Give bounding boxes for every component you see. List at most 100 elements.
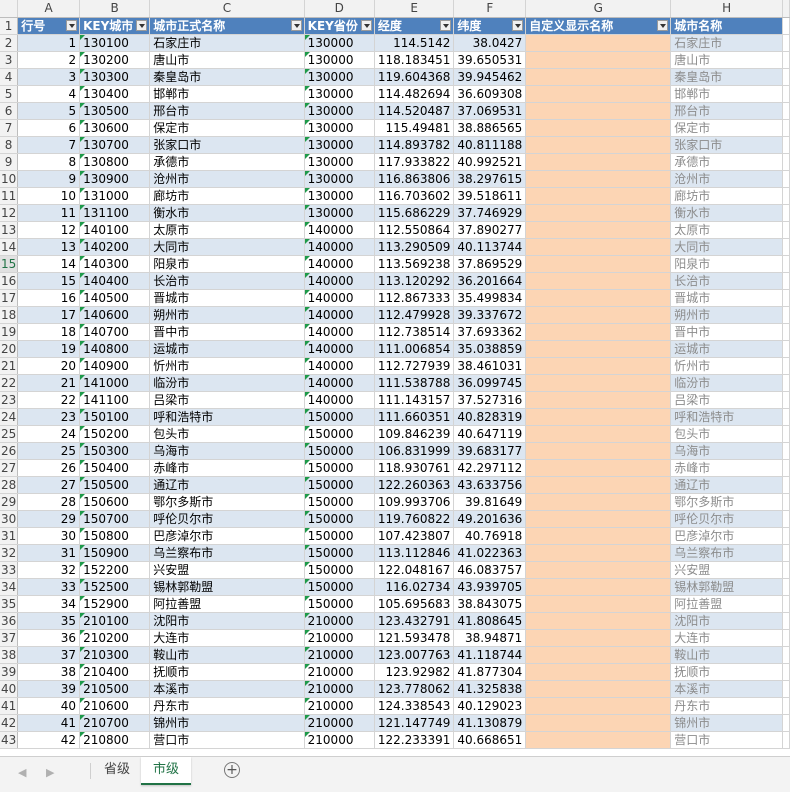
header-cell[interactable]: KEY省份 (304, 17, 375, 35)
table-cell[interactable] (525, 408, 672, 426)
table-cell[interactable]: 106.831999 (374, 442, 455, 460)
table-cell[interactable]: 沈阳市 (670, 612, 783, 630)
table-cell[interactable]: 140500 (79, 289, 151, 307)
table-cell[interactable]: 32 (17, 561, 81, 579)
row-number[interactable]: 35 (0, 595, 19, 613)
table-cell[interactable]: 140000 (304, 323, 375, 341)
table-cell[interactable]: 17 (17, 306, 81, 324)
row-number[interactable]: 31 (0, 527, 19, 545)
table-cell[interactable]: 承德市 (670, 153, 783, 171)
table-cell[interactable]: 115.686229 (374, 204, 455, 222)
table-cell[interactable]: 通辽市 (149, 476, 305, 494)
row-number[interactable]: 38 (0, 646, 19, 664)
table-cell[interactable] (525, 459, 672, 477)
filter-dropdown-icon[interactable] (512, 20, 524, 31)
table-cell[interactable]: 37.890277 (453, 221, 527, 239)
table-cell[interactable]: 沧州市 (149, 170, 305, 188)
table-cell[interactable]: 14 (17, 255, 81, 273)
table-cell[interactable]: 38.461031 (453, 357, 527, 375)
table-cell[interactable]: 15 (17, 272, 81, 290)
empty-cell[interactable] (782, 629, 790, 647)
table-cell[interactable]: 150000 (304, 459, 375, 477)
table-cell[interactable]: 11 (17, 204, 81, 222)
row-number[interactable]: 24 (0, 408, 19, 426)
table-cell[interactable]: 丹东市 (149, 697, 305, 715)
table-cell[interactable]: 150800 (79, 527, 151, 545)
row-number[interactable]: 27 (0, 459, 19, 477)
table-cell[interactable]: 140400 (79, 272, 151, 290)
table-cell[interactable]: 太原市 (149, 221, 305, 239)
table-cell[interactable]: 150400 (79, 459, 151, 477)
table-cell[interactable]: 石家庄市 (149, 34, 305, 52)
table-cell[interactable]: 140700 (79, 323, 151, 341)
table-cell[interactable]: 唐山市 (670, 51, 783, 69)
row-number[interactable]: 41 (0, 697, 19, 715)
table-cell[interactable]: 140300 (79, 255, 151, 273)
table-cell[interactable] (525, 391, 672, 409)
table-cell[interactable]: 运城市 (149, 340, 305, 358)
table-cell[interactable]: 秦皇岛市 (149, 68, 305, 86)
table-cell[interactable] (525, 238, 672, 256)
table-cell[interactable] (525, 527, 672, 545)
table-cell[interactable]: 通辽市 (670, 476, 783, 494)
table-cell[interactable]: 150200 (79, 425, 151, 443)
filter-dropdown-icon[interactable] (66, 20, 78, 31)
table-cell[interactable]: 111.006854 (374, 340, 455, 358)
row-number[interactable]: 26 (0, 442, 19, 460)
table-cell[interactable]: 阳泉市 (670, 255, 783, 273)
table-cell[interactable]: 40 (17, 697, 81, 715)
table-cell[interactable]: 晋中市 (670, 323, 783, 341)
table-cell[interactable]: 150000 (304, 578, 375, 596)
empty-cell[interactable] (782, 612, 790, 630)
table-cell[interactable]: 抚顺市 (149, 663, 305, 681)
column-header-h[interactable]: H (670, 0, 783, 18)
table-cell[interactable]: 41.118744 (453, 646, 527, 664)
row-number[interactable]: 28 (0, 476, 19, 494)
empty-cell[interactable] (782, 187, 790, 205)
table-cell[interactable]: 39.650531 (453, 51, 527, 69)
table-cell[interactable]: 210000 (304, 629, 375, 647)
table-cell[interactable]: 130700 (79, 136, 151, 154)
table-cell[interactable]: 19 (17, 340, 81, 358)
table-cell[interactable] (525, 272, 672, 290)
table-cell[interactable]: 石家庄市 (670, 34, 783, 52)
row-number[interactable]: 22 (0, 374, 19, 392)
row-number[interactable]: 16 (0, 272, 19, 290)
row-number[interactable]: 10 (0, 170, 19, 188)
table-cell[interactable]: 140000 (304, 340, 375, 358)
column-header-b[interactable]: B (79, 0, 151, 18)
empty-cell[interactable] (782, 153, 790, 171)
table-cell[interactable] (525, 493, 672, 511)
table-cell[interactable]: 26 (17, 459, 81, 477)
table-cell[interactable]: 2 (17, 51, 81, 69)
table-cell[interactable]: 41.022363 (453, 544, 527, 562)
table-cell[interactable]: 152900 (79, 595, 151, 613)
table-cell[interactable]: 鞍山市 (670, 646, 783, 664)
table-cell[interactable]: 36.099745 (453, 374, 527, 392)
table-cell[interactable]: 营口市 (670, 731, 783, 749)
table-cell[interactable]: 210000 (304, 680, 375, 698)
tab-province[interactable]: 省级 (92, 757, 142, 783)
table-cell[interactable]: 35.499834 (453, 289, 527, 307)
empty-cell[interactable] (782, 510, 790, 528)
table-cell[interactable]: 150000 (304, 408, 375, 426)
table-cell[interactable]: 140100 (79, 221, 151, 239)
table-cell[interactable]: 41.130879 (453, 714, 527, 732)
row-number[interactable]: 15 (0, 255, 19, 273)
table-cell[interactable]: 37.069531 (453, 102, 527, 120)
table-cell[interactable]: 124.338543 (374, 697, 455, 715)
table-cell[interactable]: 40.811188 (453, 136, 527, 154)
table-cell[interactable]: 呼伦贝尔市 (670, 510, 783, 528)
table-cell[interactable]: 150900 (79, 544, 151, 562)
table-cell[interactable] (525, 544, 672, 562)
table-cell[interactable]: 9 (17, 170, 81, 188)
table-cell[interactable]: 35.038859 (453, 340, 527, 358)
row-number[interactable]: 42 (0, 714, 19, 732)
row-number[interactable]: 9 (0, 153, 19, 171)
table-cell[interactable]: 150100 (79, 408, 151, 426)
table-cell[interactable]: 张家口市 (149, 136, 305, 154)
table-cell[interactable]: 28 (17, 493, 81, 511)
table-cell[interactable]: 43.939705 (453, 578, 527, 596)
table-cell[interactable] (525, 51, 672, 69)
table-cell[interactable] (525, 646, 672, 664)
